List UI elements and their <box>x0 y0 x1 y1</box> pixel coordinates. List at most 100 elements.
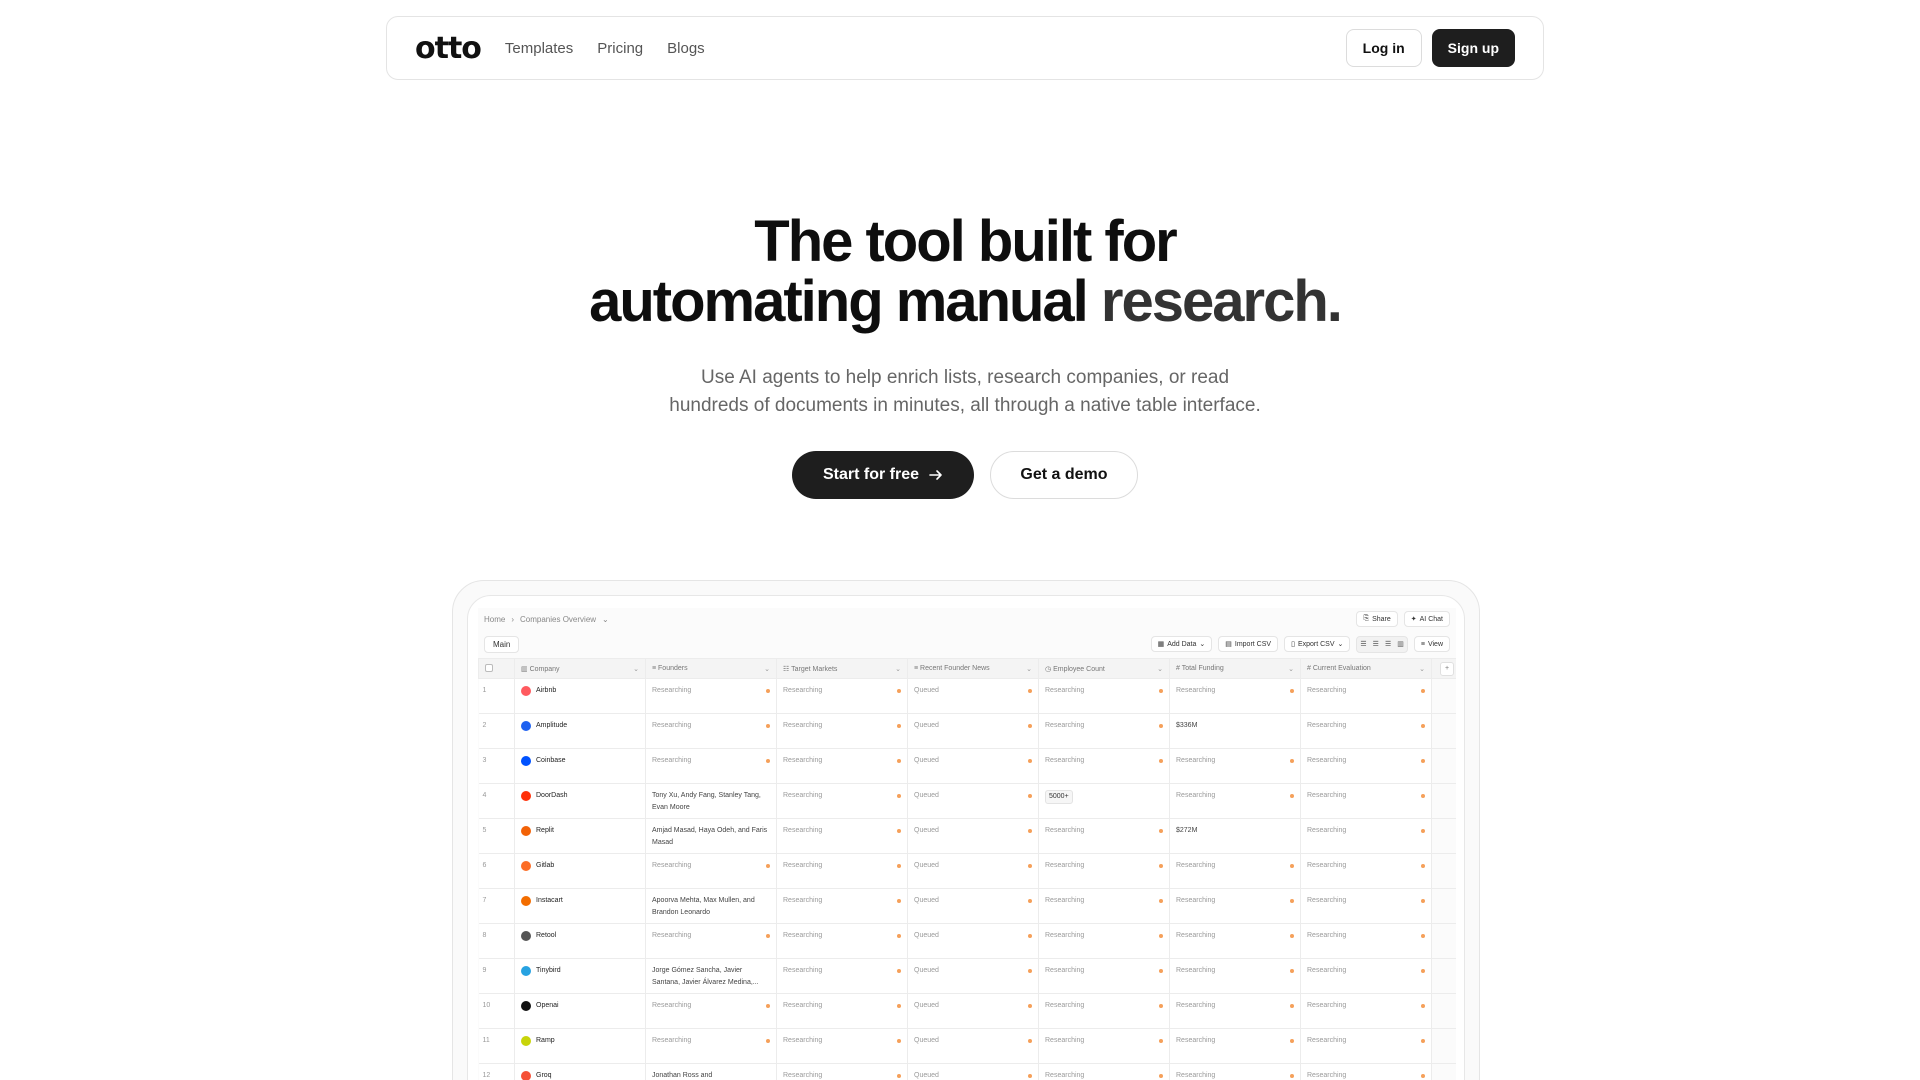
cell-current-evaluation[interactable]: Researching <box>1300 958 1432 994</box>
cell-target-markets[interactable]: Researching <box>776 853 908 889</box>
column-header-recent-founder-news[interactable]: ≡ Recent Founder News ⌄ <box>907 658 1039 679</box>
cell-target-markets[interactable]: Researching <box>776 818 908 854</box>
cell-founders[interactable]: Amjad Masad, Haya Odeh, and Faris Masad <box>645 818 777 854</box>
chevron-down-icon[interactable]: ⌄ <box>1288 665 1294 673</box>
cell-founders[interactable]: Researching <box>645 1028 777 1064</box>
table-row[interactable]: 3 Coinbase Researching Researching Queued Res… <box>478 748 1456 784</box>
columns-icon[interactable]: ▥ <box>1397 640 1404 648</box>
cell-recent-founder-news[interactable]: Queued <box>907 748 1039 784</box>
table-row[interactable]: 6 Gitlab Researching Researching Queued Resea… <box>478 853 1456 889</box>
cell-employee-count[interactable]: Researching <box>1038 713 1170 749</box>
chevron-down-icon[interactable]: ⌄ <box>1419 665 1425 673</box>
cell-target-markets[interactable]: Researching <box>776 888 908 924</box>
cell-total-funding[interactable]: Researching <box>1169 923 1301 959</box>
cell-employee-count[interactable]: Researching <box>1038 958 1170 994</box>
table-row[interactable]: 4 DoorDash Tony Xu, Andy Fang, Stanley Tan… <box>478 783 1456 819</box>
cell-founders[interactable]: Apoorva Mehta, Max Mullen, and Brandon L… <box>645 888 777 924</box>
cell-current-evaluation[interactable]: Researching <box>1300 748 1432 784</box>
layout-toggle[interactable]: ☰ ☰ ☰ ▥ <box>1356 635 1408 653</box>
cell-employee-count[interactable]: Researching <box>1038 1063 1170 1080</box>
nav-link-templates[interactable]: Templates <box>505 40 573 57</box>
cell-recent-founder-news[interactable]: Queued <box>907 1063 1039 1080</box>
cell-current-evaluation[interactable]: Researching <box>1300 993 1432 1029</box>
cell-founders[interactable]: Researching <box>645 853 777 889</box>
cell-total-funding[interactable]: Researching <box>1169 783 1301 819</box>
tab-main[interactable]: Main <box>484 635 520 653</box>
cell-total-funding[interactable]: Researching <box>1169 748 1301 784</box>
cell-founders[interactable]: Researching <box>645 713 777 749</box>
cell-employee-count[interactable]: Researching <box>1038 748 1170 784</box>
nav-link-pricing[interactable]: Pricing <box>597 40 643 57</box>
cell-total-funding[interactable]: Researching <box>1169 993 1301 1029</box>
chevron-down-icon[interactable]: ⌄ <box>895 665 901 673</box>
cell-target-markets[interactable]: Researching <box>776 993 908 1029</box>
cell-company[interactable]: Ramp <box>514 1028 646 1064</box>
ai-chat-button[interactable]: ✦ AI Chat <box>1403 611 1450 627</box>
login-button[interactable]: Log in <box>1345 29 1422 67</box>
cell-target-markets[interactable]: Researching <box>776 748 908 784</box>
table-row[interactable]: 8 Retool Researching Researching Queued Resea… <box>478 923 1456 959</box>
cell-company[interactable]: Coinbase <box>514 748 646 784</box>
cell-founders[interactable]: Researching <box>645 923 777 959</box>
cell-company[interactable]: Groq <box>514 1063 646 1080</box>
cell-total-funding[interactable]: $272M <box>1169 818 1301 854</box>
cell-target-markets[interactable]: Researching <box>776 958 908 994</box>
cell-recent-founder-news[interactable]: Queued <box>907 993 1039 1029</box>
cell-company[interactable]: Replit <box>514 818 646 854</box>
cell-founders[interactable]: Researching <box>645 993 777 1029</box>
add-data-button[interactable]: ▦ Add Data ⌄ <box>1150 636 1213 652</box>
rows-icon[interactable]: ☰ <box>1385 640 1391 648</box>
breadcrumb-page[interactable]: Companies Overview <box>520 615 596 624</box>
chevron-down-icon[interactable]: ⌄ <box>1157 665 1163 673</box>
cell-recent-founder-news[interactable]: Queued <box>907 853 1039 889</box>
cell-employee-count[interactable]: Researching <box>1038 678 1170 714</box>
cell-employee-count[interactable]: 5000+ <box>1038 783 1170 819</box>
cell-recent-founder-news[interactable]: Queued <box>907 923 1039 959</box>
cell-founders[interactable]: Researching <box>645 678 777 714</box>
column-header-target-markets[interactable]: ☷ Target Markets ⌄ <box>776 658 908 679</box>
cell-recent-founder-news[interactable]: Queued <box>907 783 1039 819</box>
cell-target-markets[interactable]: Researching <box>776 923 908 959</box>
cell-recent-founder-news[interactable]: Queued <box>907 818 1039 854</box>
import-csv-button[interactable]: ▤ Import CSV <box>1218 636 1279 652</box>
chevron-down-icon[interactable]: ⌄ <box>1026 665 1032 673</box>
rows-icon[interactable]: ☰ <box>1373 640 1379 648</box>
cell-total-funding[interactable]: Researching <box>1169 678 1301 714</box>
start-for-free-button[interactable]: Start for free <box>792 451 974 499</box>
cell-recent-founder-news[interactable]: Queued <box>907 678 1039 714</box>
column-header-current-evaluation[interactable]: # Current Evaluation ⌄ <box>1300 658 1432 679</box>
cell-current-evaluation[interactable]: Researching <box>1300 783 1432 819</box>
cell-total-funding[interactable]: Researching <box>1169 958 1301 994</box>
cell-current-evaluation[interactable]: Researching <box>1300 888 1432 924</box>
table-row[interactable]: 5 Replit Amjad Masad, Haya Odeh, and Faris… <box>478 818 1456 854</box>
cell-total-funding[interactable]: Researching <box>1169 1063 1301 1080</box>
table-row[interactable]: 1 Airbnb Researching Researching Queued Resea… <box>478 678 1456 714</box>
cell-recent-founder-news[interactable]: Queued <box>907 888 1039 924</box>
column-header-total-funding[interactable]: # Total Funding ⌄ <box>1169 658 1301 679</box>
cell-company[interactable]: DoorDash <box>514 783 646 819</box>
cell-target-markets[interactable]: Researching <box>776 783 908 819</box>
cell-company[interactable]: Amplitude <box>514 713 646 749</box>
cell-current-evaluation[interactable]: Researching <box>1300 1063 1432 1080</box>
cell-company[interactable]: Tinybird <box>514 958 646 994</box>
cell-total-funding[interactable]: $336M <box>1169 713 1301 749</box>
column-header-founders[interactable]: ≡ Founders ⌄ <box>645 658 777 679</box>
table-row[interactable]: 2 Amplitude Researching Researching Queued Re… <box>478 713 1456 749</box>
cell-founders[interactable]: Jonathan Ross and <box>645 1063 777 1080</box>
cell-recent-founder-news[interactable]: Queued <box>907 1028 1039 1064</box>
cell-company[interactable]: Instacart <box>514 888 646 924</box>
cell-current-evaluation[interactable]: Researching <box>1300 678 1432 714</box>
cell-company[interactable]: Openai <box>514 993 646 1029</box>
cell-company[interactable]: Retool <box>514 923 646 959</box>
chevron-down-icon[interactable]: ⌄ <box>633 665 639 673</box>
cell-founders[interactable]: Jorge Gómez Sancha, Javier Santana, Javi… <box>645 958 777 994</box>
chevron-down-icon[interactable]: ⌄ <box>764 665 770 673</box>
column-header-company[interactable]: ▥ Company ⌄ <box>514 658 646 679</box>
cell-employee-count[interactable]: Researching <box>1038 818 1170 854</box>
table-row[interactable]: 12 Groq Jonathan Ross and Researching Queued… <box>478 1063 1456 1080</box>
cell-target-markets[interactable]: Researching <box>776 1028 908 1064</box>
cell-recent-founder-news[interactable]: Queued <box>907 713 1039 749</box>
cell-current-evaluation[interactable]: Researching <box>1300 1028 1432 1064</box>
cell-employee-count[interactable]: Researching <box>1038 923 1170 959</box>
cell-total-funding[interactable]: Researching <box>1169 888 1301 924</box>
